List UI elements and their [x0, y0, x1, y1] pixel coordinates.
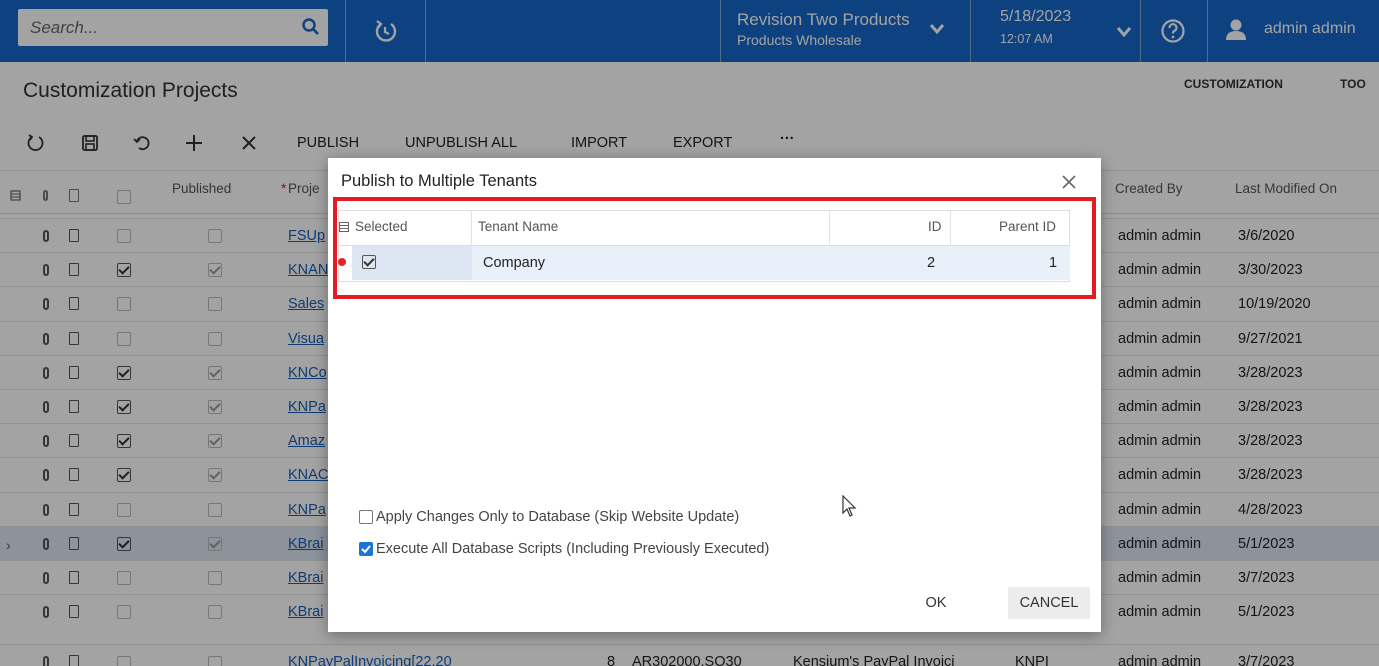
- apply-db-only-label[interactable]: Apply Changes Only to Database (Skip Web…: [376, 509, 739, 525]
- ok-button[interactable]: OK: [920, 587, 952, 619]
- dialog-title: Publish to Multiple Tenants: [341, 172, 537, 190]
- close-icon[interactable]: [1061, 174, 1077, 190]
- apply-db-only-checkbox[interactable]: [359, 510, 373, 524]
- cancel-button[interactable]: CANCEL: [1008, 587, 1090, 619]
- publish-dialog: Publish to Multiple Tenants Selected Ten…: [328, 158, 1101, 632]
- highlight-box: [333, 197, 1096, 299]
- checkmark-icon: [361, 545, 371, 554]
- mouse-cursor-icon: [842, 495, 857, 517]
- execute-all-label[interactable]: Execute All Database Scripts (Including …: [376, 541, 769, 557]
- execute-all-checkbox[interactable]: [359, 542, 373, 556]
